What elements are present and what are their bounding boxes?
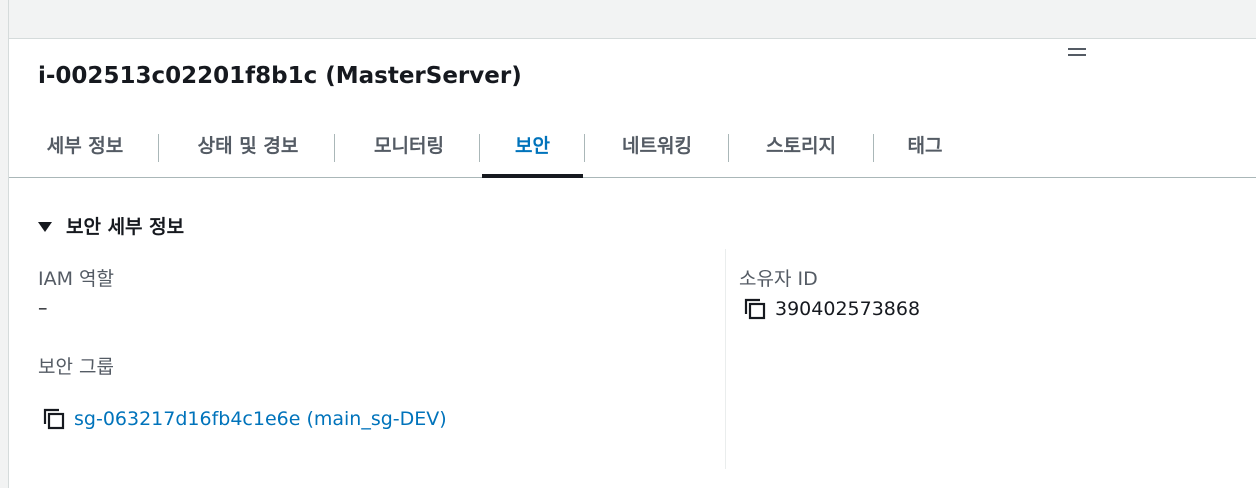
tab-tags[interactable]: 태그 [903,125,947,177]
instance-detail-panel: i-002513c02201f8b1c (MasterServer) 세부 정보… [9,39,1256,488]
copy-icon[interactable] [743,297,767,321]
caret-down-icon [38,221,52,232]
tab-monitoring[interactable]: 모니터링 [366,125,452,177]
tab-separator [158,134,159,162]
section-title: 보안 세부 정보 [66,216,185,238]
tab-separator [479,134,480,162]
tab-security[interactable]: 보안 [482,125,583,178]
tab-details[interactable]: 세부 정보 [38,125,132,177]
left-edge [0,0,9,488]
security-details-toggle[interactable]: 보안 세부 정보 [38,212,184,239]
security-group-label: 보안 그룹 [38,356,114,378]
top-strip [0,0,1256,39]
owner-id-row: 390402573868 [743,297,920,321]
security-group-row: sg-063217d16fb4c1e6e (main_sg-DEV) [42,407,447,431]
page-title: i-002513c02201f8b1c (MasterServer) [38,63,522,89]
column-divider [725,249,726,469]
owner-id-value: 390402573868 [775,298,921,320]
tab-separator [728,134,729,162]
iam-role-label: IAM 역할 [38,268,114,290]
drag-handle-icon[interactable] [1068,48,1086,60]
security-group-link[interactable]: sg-063217d16fb4c1e6e (main_sg-DEV) [74,408,447,430]
owner-id-label: 소유자 ID [739,268,818,290]
copy-icon[interactable] [42,407,66,431]
iam-role-value: – [38,297,48,319]
tab-separator [584,134,585,162]
tab-networking[interactable]: 네트워킹 [614,125,700,177]
tab-separator [334,134,335,162]
tab-bar: 세부 정보 상태 및 경보 모니터링 보안 네트워킹 스토리지 태그 [9,125,1256,178]
tab-separator [873,134,874,162]
tab-storage[interactable]: 스토리지 [758,125,844,177]
tab-status-alarms[interactable]: 상태 및 경보 [189,125,307,177]
